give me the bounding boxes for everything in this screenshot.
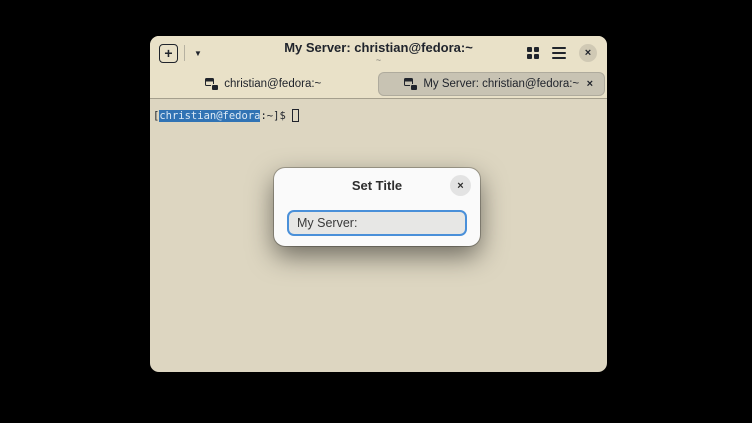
title-input[interactable]	[287, 210, 467, 236]
close-icon: ×	[457, 180, 463, 192]
titlebar-left-controls: + ▼	[150, 44, 205, 63]
computer-icon	[205, 78, 218, 90]
computer-icon	[404, 78, 417, 90]
window-close-button[interactable]: ×	[579, 44, 597, 62]
prompt-selected-text: christian@fedora	[159, 110, 260, 122]
tab-overview-button[interactable]	[527, 47, 539, 59]
new-tab-icon: +	[164, 46, 172, 60]
set-title-dialog: Set Title ×	[274, 168, 480, 246]
terminal-screen[interactable]: [christian@fedora:~]$	[150, 99, 607, 134]
chevron-down-icon: ▼	[194, 49, 202, 58]
tab-my-server[interactable]: My Server: christian@fedora:~ ×	[378, 72, 605, 96]
tab-label: christian@fedora:~	[224, 78, 321, 90]
tab-close-icon[interactable]: ×	[587, 78, 593, 90]
new-tab-dropdown-button[interactable]: ▼	[191, 45, 205, 62]
close-icon: ×	[585, 48, 591, 59]
desktop-background: + ▼ My Server: christian@fedora:~ ~ ×	[0, 0, 752, 423]
tab-bar: christian@fedora:~ My Server: christian@…	[150, 70, 607, 99]
terminal-cursor	[292, 109, 299, 122]
dialog-close-button[interactable]: ×	[450, 175, 471, 196]
toolbar-separator	[184, 45, 185, 61]
new-tab-button[interactable]: +	[159, 44, 178, 63]
tab-christian-fedora[interactable]: christian@fedora:~	[150, 70, 376, 98]
hamburger-menu-button[interactable]	[552, 47, 566, 59]
tab-label: My Server: christian@fedora:~	[423, 78, 579, 90]
titlebar[interactable]: + ▼ My Server: christian@fedora:~ ~ ×	[150, 36, 607, 70]
prompt-rest: :~]$	[260, 110, 285, 122]
titlebar-right-controls: ×	[527, 36, 597, 70]
